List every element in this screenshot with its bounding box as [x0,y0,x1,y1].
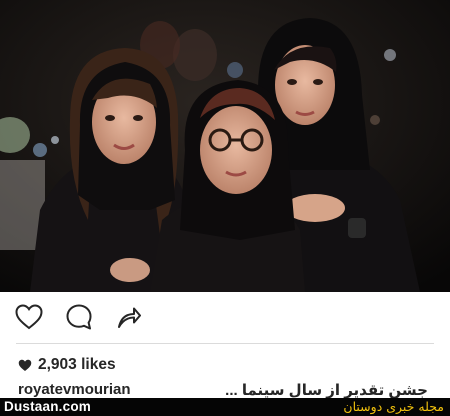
post-action-bar [0,292,450,342]
comment-button[interactable] [62,300,96,334]
comment-bubble-icon [66,304,92,330]
caption-row: royatevmourian جشن تقدیر از سال سینما ..… [18,381,438,399]
watermark-bar: Dustaan.com مجله خبری دوستان [0,398,450,416]
share-button[interactable] [112,300,146,334]
heart-outline-icon [15,304,43,330]
likes-count: 2,903 likes [38,356,116,373]
caption-text: جشن تقدیر از سال سینما ... [225,382,428,399]
post-photo[interactable] [0,0,450,292]
divider [16,343,434,344]
caption-username[interactable]: royatevmourian [18,381,131,398]
watermark-brand: مجله خبری دوستان [343,399,444,414]
like-button[interactable] [12,300,46,334]
share-arrow-icon [118,307,141,328]
likes-row[interactable]: 2,903 likes [18,355,116,375]
watermark-site: Dustaan.com [4,399,91,414]
heart-filled-icon [18,359,32,371]
